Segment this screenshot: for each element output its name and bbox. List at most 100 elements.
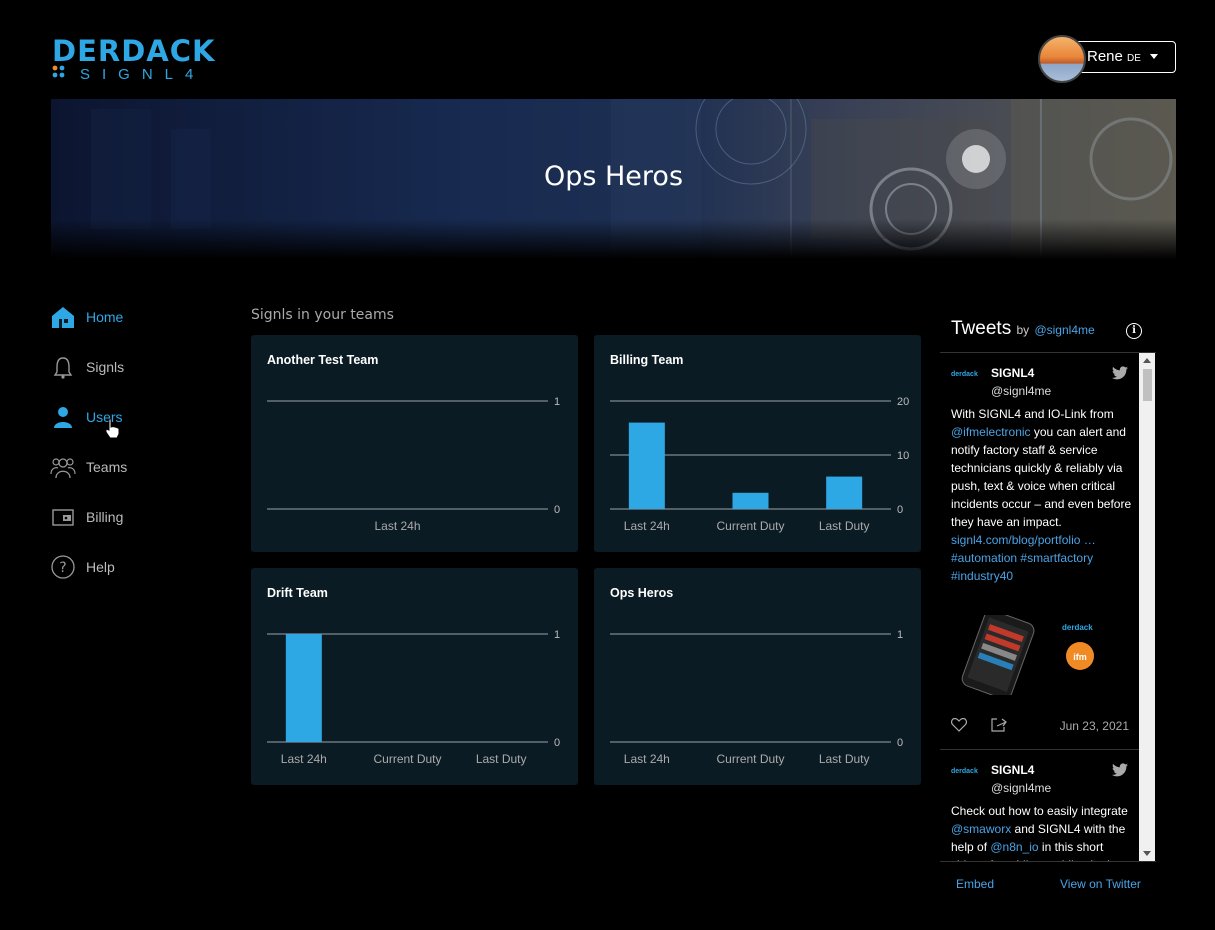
tweet-avatar[interactable]: derdack [951,768,981,782]
twitter-bird-icon[interactable] [1112,763,1128,777]
tweets-title: Tweets [951,318,1012,339]
y-tick-label: 1 [554,396,560,408]
team-card-ops-heros[interactable]: Ops Heros 0 1 Last 24h Current Duty Last Dut… [594,568,921,785]
tweets-by: by [1016,323,1030,337]
sidebar-item-help[interactable]: ? Help [50,552,210,582]
tweet-author-handle[interactable]: @signl4me [991,384,1051,398]
team-banner: Ops Heros [51,99,1176,259]
x-tick-label: Last Duty [819,752,870,766]
hand-cursor-icon [105,418,120,439]
tweet-link[interactable]: @n8n_io [990,840,1038,854]
feed-scrollbar[interactable] [1139,353,1155,861]
sidebar-item-label: Billing [86,509,124,525]
tweet-author-handle[interactable]: @signl4me [991,781,1051,795]
home-icon [52,307,74,328]
bar[interactable] [285,634,322,742]
y-tick-label: 1 [554,629,560,641]
svg-text:derdack: derdack [1062,623,1093,632]
y-tick-label: 0 [897,504,903,516]
tweet-media-image[interactable]: derdack ifm [954,615,1124,695]
x-tick-label: Last Duty [819,519,870,533]
help-icon: ? [51,555,75,579]
scroll-down-icon[interactable] [1143,851,1151,856]
logo-product: SIGNL4 [80,66,206,83]
x-tick-label: Current Duty [373,752,441,766]
sidebar-item-signls[interactable]: Signls [50,352,210,382]
logo-dots-icon [52,65,65,78]
tweet-text-part: Check out how to easily integrate [951,804,1128,818]
user-avatar[interactable] [1038,35,1086,83]
tweet-text: With SIGNL4 and IO-Link from @ifmelectro… [951,405,1134,585]
team-chart: 0 1 Last 24h Current Duty Last Duty [610,629,903,766]
derdack-signl4-logo[interactable]: DERDACK SIGNL4 [52,36,242,86]
y-tick-label: 10 [897,450,909,462]
y-tick-label: 1 [897,629,903,641]
user-suffix: DE [1127,53,1141,64]
x-tick-label: Last 24h [281,752,327,766]
sidebar-item-label: Signls [86,359,125,375]
tweet-feed[interactable]: derdack SIGNL4 @signl4me With SIGNL4 and… [940,352,1156,862]
team-card-drift-team[interactable]: Drift Team 0 1 Last 24h Current Duty Last Du… [251,568,578,785]
x-tick-label: Last 24h [624,519,670,533]
tweet-link[interactable]: #smartfactory [1020,551,1093,565]
twitter-timeline: Tweets by @signl4me i derdack SIGNL4 @si… [940,310,1156,900]
x-tick-label: Last Duty [476,752,527,766]
share-icon[interactable] [991,718,1007,732]
caret-down-icon[interactable] [1150,54,1158,59]
sidebar-item-home[interactable]: Home [50,302,210,332]
section-title: Signls in your teams [251,307,394,323]
logo-brand: DERDACK [52,34,216,68]
sidebar-item-teams[interactable]: Teams [50,452,210,482]
team-chart: 0 10 20 Last 24h Current Duty Last Duty [610,396,909,533]
team-card-billing-team[interactable]: Billing Team 0 10 20 Last 24h Current Duty La… [594,335,921,552]
tweet-author-name[interactable]: SIGNL4 [991,763,1034,777]
info-icon[interactable]: i [1126,323,1142,339]
y-tick-label: 20 [897,396,909,408]
tweet-link[interactable]: @ifmelectronic [951,425,1031,439]
scroll-thumb[interactable] [1143,369,1152,401]
embed-link[interactable]: Embed [956,877,994,891]
heart-icon[interactable] [951,718,967,732]
x-tick-label: Last 24h [624,752,670,766]
bar[interactable] [732,492,769,509]
svg-text:?: ? [59,560,66,576]
sidebar-item-label: Help [86,559,115,575]
team-chart: 0 1 Last 24h Current Duty Last Duty [267,629,560,766]
y-tick-label: 0 [554,504,560,516]
team-card-another-test-team[interactable]: Another Test Team 0 1 Last 24h [251,335,578,552]
x-tick-label: Current Duty [716,752,784,766]
tweet-link[interactable]: #industry40 [951,569,1013,583]
twitter-bird-icon[interactable] [1112,366,1128,380]
team-chart: 0 1 Last 24h [267,396,560,533]
banner-fade [51,219,1176,259]
wallet-icon [52,509,74,526]
tweet-text-part: With SIGNL4 and IO-Link from [951,407,1114,421]
tweet-item[interactable]: derdack SIGNL4 @signl4me With SIGNL4 and… [940,353,1139,750]
tweet-link[interactable]: signl4.com/blog/portfolio … [951,533,1096,547]
tweets-header: Tweets by @signl4me [951,318,1095,340]
sidebar-item-users[interactable]: Users [50,402,210,432]
tweet-author-name[interactable]: SIGNL4 [991,366,1034,380]
sidebar-item-label: Teams [86,459,128,475]
user-name[interactable]: Rene DE [1087,48,1141,65]
scroll-up-icon[interactable] [1143,358,1151,363]
banner-title: Ops Heros [543,161,684,192]
x-tick-label: Current Duty [716,519,784,533]
y-tick-label: 0 [897,737,903,749]
team-icon [50,458,76,479]
tweet-item[interactable]: derdack SIGNL4 @signl4me Check out how t… [940,750,1139,861]
y-tick-label: 0 [554,737,560,749]
x-tick-label: Last 24h [374,519,420,533]
view-on-twitter-link[interactable]: View on Twitter [1060,877,1141,891]
tweet-date[interactable]: Jun 23, 2021 [1060,719,1129,733]
bar[interactable] [826,476,863,509]
sidebar-item-billing[interactable]: Billing [50,502,210,532]
tweets-handle-link[interactable]: @signl4me [1034,323,1094,337]
tweet-text: Check out how to easily integrate @smawo… [951,802,1134,861]
tweet-link[interactable]: @smaworx [951,822,1011,836]
bar[interactable] [628,422,665,509]
tweet-avatar[interactable]: derdack [951,371,981,385]
sidebar-item-label: Home [86,309,124,325]
tweet-link[interactable]: #automation [951,551,1017,565]
user-icon [54,407,72,428]
